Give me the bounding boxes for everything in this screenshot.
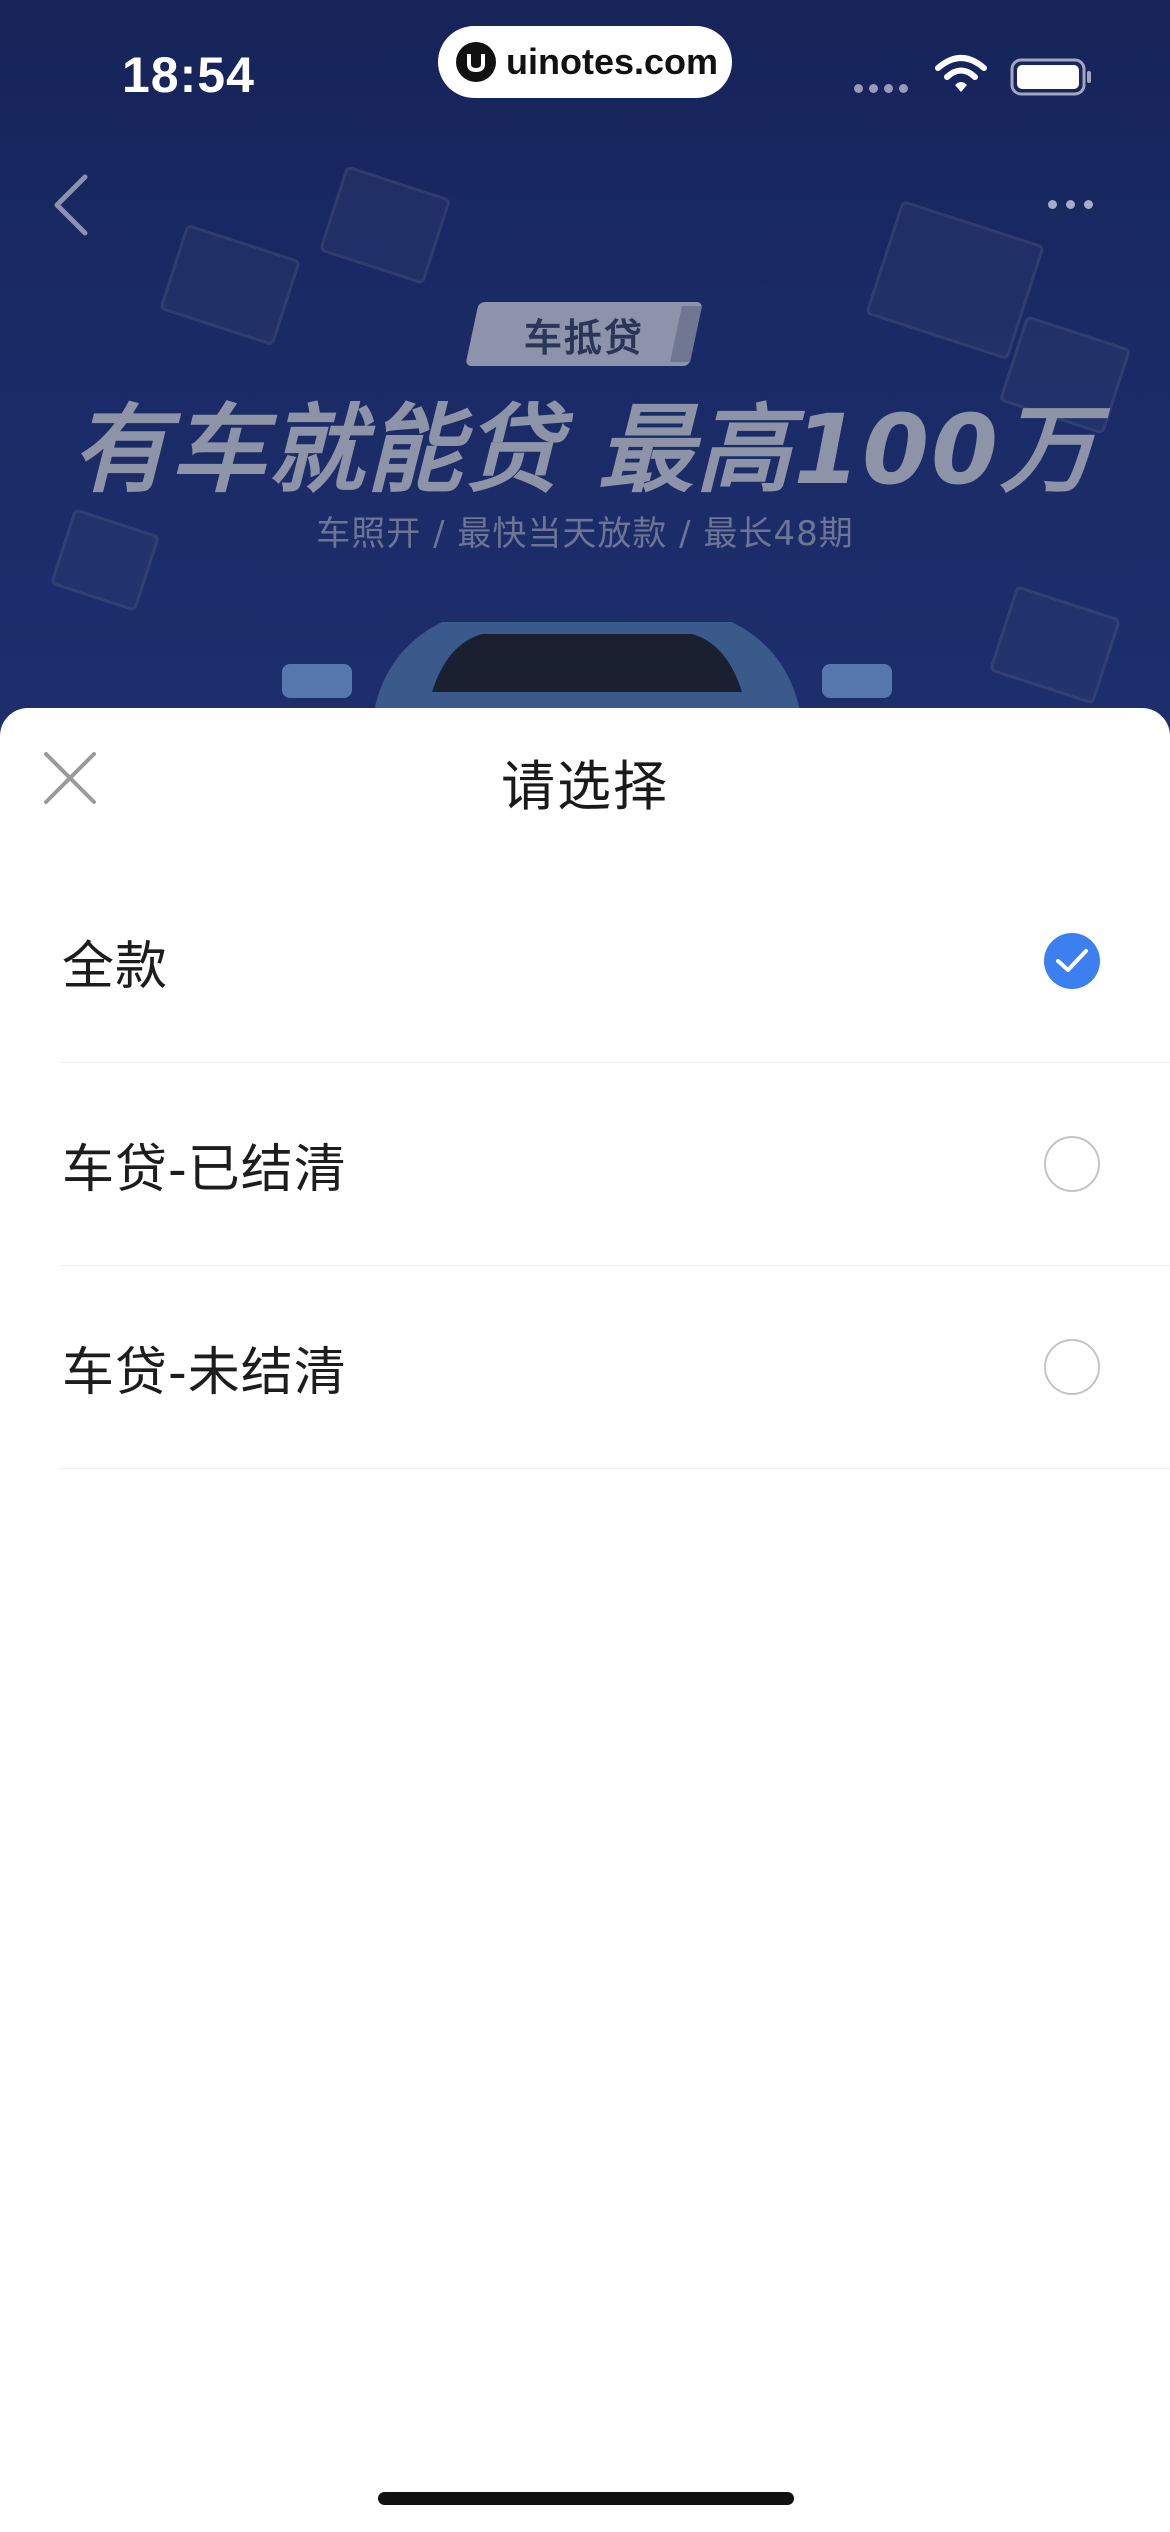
hero-badge: 车抵贷: [465, 302, 703, 366]
option-label: 全款: [62, 937, 169, 997]
chevron-left-icon: [54, 174, 88, 236]
radio-unchecked[interactable]: [1044, 1136, 1100, 1192]
option-full-payment[interactable]: 全款: [0, 860, 1170, 1063]
option-loan-settled[interactable]: 车贷-已结清: [0, 1063, 1170, 1266]
watermark-text: uinotes.com: [506, 41, 719, 82]
wifi-icon: [935, 55, 987, 92]
option-loan-unsettled[interactable]: 车贷-未结清: [0, 1266, 1170, 1469]
option-list: 全款 车贷-已结清 车贷-未结清: [0, 860, 1170, 1469]
watermark-logo-icon: [456, 42, 496, 82]
check-icon: [1056, 949, 1088, 972]
more-button[interactable]: [1040, 186, 1100, 222]
sheet-title: 请选择: [501, 755, 669, 818]
battery-icon: [1010, 58, 1091, 96]
status-time: 18:54: [122, 47, 255, 103]
more-dots-icon: [1047, 199, 1057, 209]
radio-unchecked[interactable]: [1044, 1339, 1100, 1395]
hero-subtitle: 车照开 / 最快当天放款 / 最长48期: [316, 514, 854, 554]
signal-icon: [854, 84, 908, 93]
status-bar: 18:54 uinotes.com: [0, 0, 1170, 140]
hero-title: 有车就能贷 最高100万: [72, 394, 1098, 506]
more-dots-icon: [1065, 199, 1075, 209]
radio-checked[interactable]: [1044, 933, 1100, 989]
back-button[interactable]: [46, 170, 96, 240]
hero-badge-text: 车抵贷: [523, 315, 644, 360]
selection-sheet: 请选择 全款 车贷-已结清 车贷-未结清: [0, 708, 1170, 2532]
more-dots-icon: [1083, 199, 1093, 209]
option-label: 车贷-已结清: [62, 1140, 347, 1200]
screen: 车抵贷 有车就能贷 最高100万 车照开 / 最快当天放款 / 最长48期 18…: [0, 0, 1170, 2532]
watermark-pill: uinotes.com: [438, 26, 732, 98]
option-label: 车贷-未结清: [62, 1343, 347, 1403]
home-indicator[interactable]: [378, 2492, 794, 2505]
